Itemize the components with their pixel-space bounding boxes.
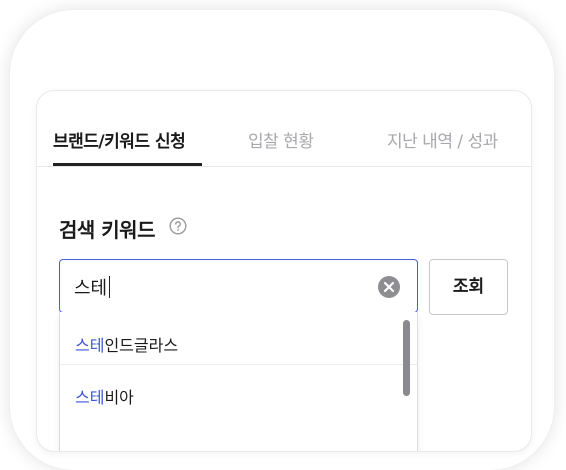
tab-bar: 브랜드/키워드 신청 입찰 현황 지난 내역 / 성과: [37, 91, 531, 167]
suggestion-item[interactable]: 스테인드글라스: [60, 312, 417, 365]
suggestion-item[interactable]: 스테비아: [60, 364, 417, 416]
suggestion-rest-text: 인드글라스: [104, 336, 179, 355]
content-card: 브랜드/키워드 신청 입찰 현황 지난 내역 / 성과 검색 키워드 스테 조회…: [36, 90, 532, 452]
clear-x-icon[interactable]: [378, 276, 400, 298]
search-input-value: 스테: [74, 274, 111, 300]
tab-bid-status[interactable]: 입찰 현황: [248, 127, 314, 152]
suggestion-label: 스테비아: [75, 384, 134, 408]
dropdown-scrollbar[interactable]: [403, 320, 410, 396]
suggestion-label: 스테인드글라스: [75, 332, 178, 356]
question-circle-icon[interactable]: [169, 217, 187, 235]
autocomplete-dropdown: 스테인드글라스 스테비아: [59, 312, 418, 451]
suggestion-match-text: 스테: [75, 388, 105, 407]
query-button[interactable]: 조회: [429, 259, 508, 315]
keyword-search-input[interactable]: 스테: [59, 259, 418, 313]
search-keyword-title: 검색 키워드: [59, 218, 155, 242]
text-caret: [109, 276, 111, 298]
suggestion-match-text: 스테: [75, 336, 105, 355]
tab-brand-keyword-apply[interactable]: 브랜드/키워드 신청: [53, 127, 186, 152]
tab-history-performance[interactable]: 지난 내역 / 성과: [387, 127, 498, 152]
suggestion-rest-text: 비아: [104, 388, 134, 407]
active-tab-indicator: [53, 163, 202, 166]
